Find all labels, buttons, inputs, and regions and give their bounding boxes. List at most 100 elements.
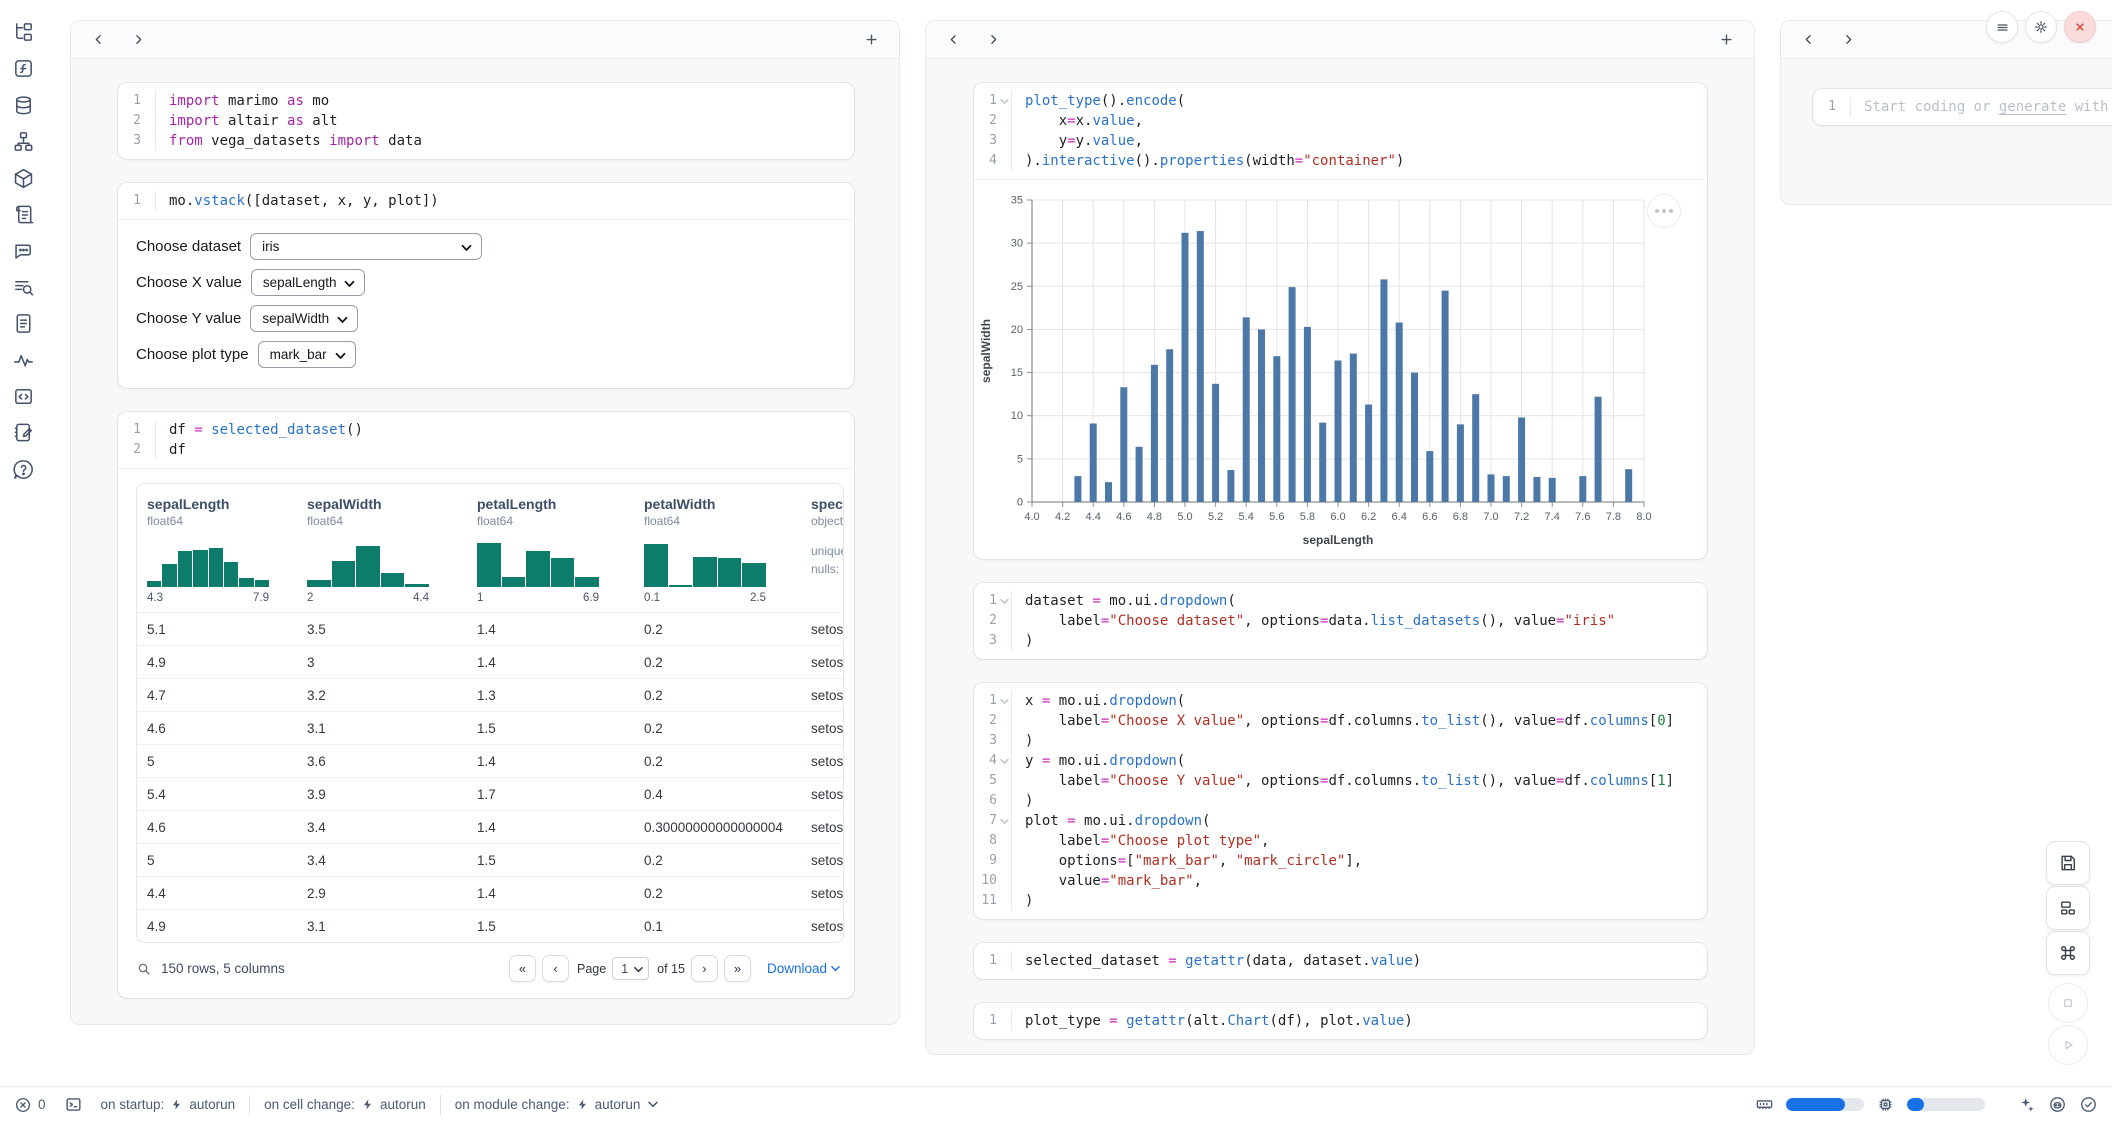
code-line: 3) (974, 631, 1707, 651)
run-button[interactable] (2048, 1025, 2088, 1065)
memory-usage-meter (1786, 1098, 1864, 1111)
next-page-button[interactable]: › (691, 955, 718, 982)
code-line: 1import marimo as mo (118, 91, 854, 111)
table-row: 5.13.51.40.2setosa (137, 612, 843, 645)
functions-icon[interactable] (12, 57, 35, 80)
add-cell-button[interactable] (1714, 28, 1738, 52)
code-block-icon[interactable] (12, 385, 35, 408)
stop-button[interactable] (2048, 983, 2088, 1023)
first-page-button[interactable]: « (509, 955, 536, 982)
memory-icon (1755, 1095, 1774, 1114)
database-icon[interactable] (12, 94, 35, 117)
activity-pulse-icon[interactable] (12, 349, 35, 372)
dependency-graph-icon[interactable] (12, 130, 35, 153)
y-value-select[interactable]: sepalWidth (250, 305, 358, 332)
code-line: 9 options=["mark_bar", "mark_circle"], (974, 851, 1707, 871)
line-number: 1 (974, 591, 1012, 611)
lightning-bolt-icon (170, 1097, 183, 1112)
notebook-column-middle: 1plot_type().encode(2 x=x.value,3 y=y.va… (925, 20, 1755, 1055)
runtime-config-1[interactable]: on cell change:autorun (264, 1097, 426, 1112)
svg-text:sepalLength: sepalLength (1303, 533, 1374, 547)
code-line: 1mo.vstack([dataset, x, y, plot]) (118, 191, 854, 211)
code-editor[interactable]: 1dataset = mo.ui.dropdown(2 label="Choos… (974, 583, 1707, 659)
layout-button[interactable] (2046, 886, 2090, 930)
runtime-config-0[interactable]: on startup:autorun (101, 1097, 236, 1112)
keyboard-shortcuts-button[interactable] (2046, 931, 2090, 975)
page-select[interactable]: 1 (612, 957, 649, 980)
table-header: sepalLengthfloat644.37.9sepalWidthfloat6… (137, 484, 843, 612)
column-header-species[interactable]: speciesobjectunique:nulls: (811, 496, 844, 604)
file-tree-icon[interactable] (12, 21, 35, 44)
close-panel-button[interactable] (2064, 11, 2096, 43)
chevron-right-icon[interactable] (1837, 29, 1859, 51)
column-histogram (147, 537, 269, 587)
chevron-right-icon[interactable] (127, 29, 149, 51)
terminal-icon[interactable] (64, 1095, 83, 1114)
scroll-logs-icon[interactable] (12, 203, 35, 226)
config-label: on startup: (101, 1097, 165, 1112)
chat-bot-icon[interactable] (12, 239, 35, 262)
code-editor[interactable]: 1mo.vstack([dataset, x, y, plot]) (118, 183, 854, 219)
x-value-select[interactable]: sepalLength (251, 269, 366, 296)
settings-gear-button[interactable] (2025, 11, 2057, 43)
column-header-sepalWidth[interactable]: sepalWidthfloat6424.4 (307, 496, 477, 604)
code-line: 4).interactive().properties(width="conta… (974, 151, 1707, 171)
download-button[interactable]: Download (767, 961, 840, 976)
package-icon[interactable] (12, 167, 35, 190)
svg-text:0: 0 (1017, 497, 1023, 509)
chevron-left-icon[interactable] (942, 29, 964, 51)
connection-status-icon[interactable] (2079, 1095, 2098, 1114)
line-number: 8 (974, 831, 1012, 851)
dropdown-row: Choose plot typemark_bar (136, 340, 854, 368)
code-editor[interactable]: 1x = mo.ui.dropdown(2 label="Choose X va… (974, 683, 1707, 919)
prev-page-button[interactable]: ‹ (542, 955, 569, 982)
chevron-left-icon[interactable] (87, 29, 109, 51)
search-list-icon[interactable] (12, 276, 35, 299)
errors-indicator[interactable]: 0 (14, 1096, 46, 1114)
hamburger-menu-button[interactable] (1986, 11, 2018, 43)
column-header-sepalLength[interactable]: sepalLengthfloat644.37.9 (147, 496, 307, 604)
dropdown-label: Choose X value (136, 274, 242, 291)
line-number: 1 (118, 91, 156, 111)
plot-type-select[interactable]: mark_bar (258, 341, 356, 368)
cell-output-table: sepalLengthfloat644.37.9sepalWidthfloat6… (118, 468, 854, 982)
table-summary: 150 rows, 5 columns (161, 961, 285, 976)
code-line: 10 value="mark_bar", (974, 871, 1707, 891)
scratchpad-icon[interactable] (12, 421, 35, 444)
copilot-icon[interactable] (2048, 1095, 2067, 1114)
code-editor[interactable]: 1import marimo as mo2import altair as al… (118, 83, 854, 159)
code-editor[interactable]: 1plot_type().encode(2 x=x.value,3 y=y.va… (974, 83, 1707, 179)
save-button[interactable] (2046, 841, 2090, 885)
column-header-petalLength[interactable]: petalLengthfloat6416.9 (477, 496, 644, 604)
code-editor[interactable]: 1plot_type = getattr(alt.Chart(df), plot… (974, 1003, 1707, 1039)
chart-menu-button[interactable] (1647, 194, 1681, 228)
code-editor[interactable]: 1df = selected_dataset()2df (118, 412, 854, 468)
chevron-right-icon[interactable] (982, 29, 1004, 51)
svg-text:7.2: 7.2 (1514, 511, 1529, 523)
code-editor[interactable]: 1 Start coding or generate with (1813, 89, 2112, 125)
code-line: 11) (974, 891, 1707, 911)
line-number: 2 (118, 440, 156, 460)
line-number: 3 (974, 131, 1012, 151)
panel-middle-header (926, 21, 1754, 59)
document-icon[interactable] (12, 312, 35, 335)
svg-text:4.0: 4.0 (1024, 511, 1039, 523)
generate-link[interactable]: generate (1999, 99, 2066, 115)
chevron-down-icon (648, 1101, 658, 1108)
ai-sparkles-icon[interactable] (2017, 1095, 2036, 1114)
bar-chart[interactable]: 051015202530354.04.24.44.64.85.05.25.45.… (974, 180, 1707, 559)
search-icon[interactable] (136, 961, 152, 977)
svg-text:5: 5 (1017, 453, 1023, 465)
svg-text:4.2: 4.2 (1055, 511, 1070, 523)
code-line: 1x = mo.ui.dropdown( (974, 691, 1707, 711)
dataset-select[interactable]: iris (250, 233, 482, 260)
page-label: Page (577, 962, 606, 976)
runtime-config-2[interactable]: on module change:autorun (455, 1097, 659, 1112)
code-line: 1dataset = mo.ui.dropdown( (974, 591, 1707, 611)
code-editor[interactable]: 1selected_dataset = getattr(data, datase… (974, 943, 1707, 979)
help-chat-icon[interactable] (12, 458, 35, 481)
last-page-button[interactable]: » (724, 955, 751, 982)
chevron-left-icon[interactable] (1797, 29, 1819, 51)
add-cell-button[interactable] (859, 28, 883, 52)
column-header-petalWidth[interactable]: petalWidthfloat640.12.5 (644, 496, 811, 604)
